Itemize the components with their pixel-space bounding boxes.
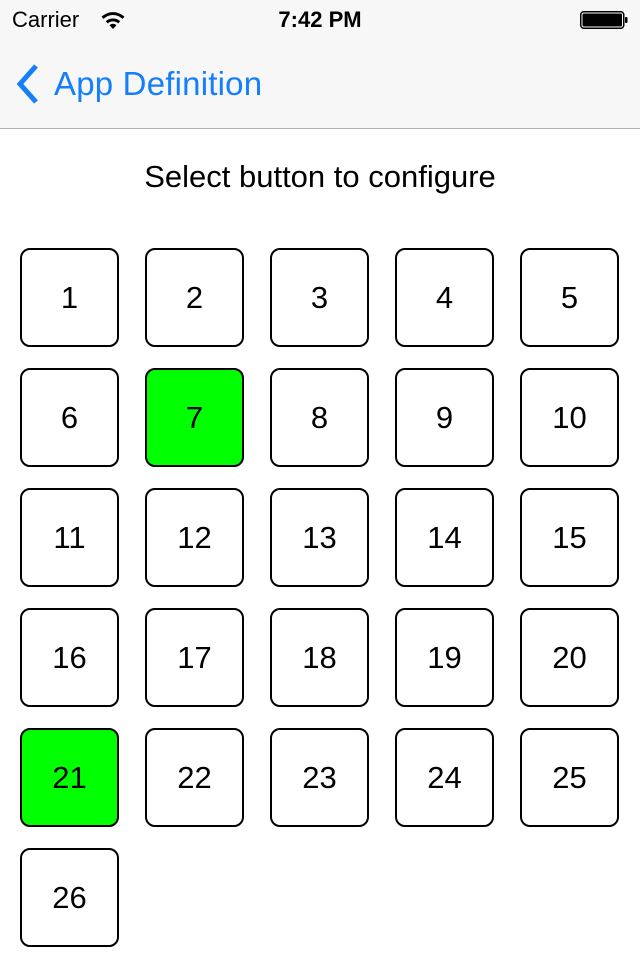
config-button-21[interactable]: 21 bbox=[20, 728, 119, 827]
config-button-26[interactable]: 26 bbox=[20, 848, 119, 947]
config-button-5[interactable]: 5 bbox=[520, 248, 619, 347]
config-button-1[interactable]: 1 bbox=[20, 248, 119, 347]
top-chrome: Carrier 7:42 PM App Definition bbox=[0, 0, 640, 129]
config-button-8[interactable]: 8 bbox=[270, 368, 369, 467]
clock: 7:42 PM bbox=[278, 7, 362, 32]
config-button-20[interactable]: 20 bbox=[520, 608, 619, 707]
config-button-14[interactable]: 14 bbox=[395, 488, 494, 587]
config-button-7[interactable]: 7 bbox=[145, 368, 244, 467]
back-button[interactable]: App Definition bbox=[14, 62, 262, 106]
config-button-13[interactable]: 13 bbox=[270, 488, 369, 587]
config-button-22[interactable]: 22 bbox=[145, 728, 244, 827]
config-button-17[interactable]: 17 bbox=[145, 608, 244, 707]
status-bar: Carrier 7:42 PM bbox=[0, 0, 640, 40]
back-button-label: App Definition bbox=[54, 65, 263, 102]
config-button-23[interactable]: 23 bbox=[270, 728, 369, 827]
button-grid: 1 2 3 4 5 6 7 8 9 10 11 12 13 14 15 16 17 18 19 20 21 22 23 24 2… bbox=[20, 248, 620, 947]
config-button-16[interactable]: 16 bbox=[20, 608, 119, 707]
battery-full-icon bbox=[580, 11, 628, 29]
config-button-12[interactable]: 12 bbox=[145, 488, 244, 587]
chevron-left-icon bbox=[16, 64, 38, 104]
config-button-11[interactable]: 11 bbox=[20, 488, 119, 587]
config-button-25[interactable]: 25 bbox=[520, 728, 619, 827]
config-button-3[interactable]: 3 bbox=[270, 248, 369, 347]
config-button-6[interactable]: 6 bbox=[20, 368, 119, 467]
config-button-9[interactable]: 9 bbox=[395, 368, 494, 467]
config-button-10[interactable]: 10 bbox=[520, 368, 619, 467]
config-button-2[interactable]: 2 bbox=[145, 248, 244, 347]
config-button-19[interactable]: 19 bbox=[395, 608, 494, 707]
config-button-24[interactable]: 24 bbox=[395, 728, 494, 827]
config-button-4[interactable]: 4 bbox=[395, 248, 494, 347]
config-button-18[interactable]: 18 bbox=[270, 608, 369, 707]
config-button-15[interactable]: 15 bbox=[520, 488, 619, 587]
navigation-bar: App Definition bbox=[0, 40, 640, 128]
instruction-text: Select button to configure bbox=[144, 159, 496, 194]
